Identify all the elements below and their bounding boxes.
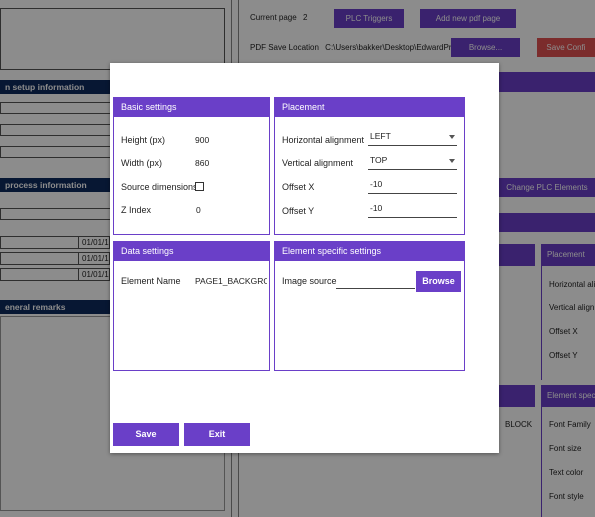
zindex-value[interactable]: 0 bbox=[196, 205, 201, 215]
width-value[interactable]: 860 bbox=[195, 158, 209, 168]
chevron-down-icon bbox=[449, 135, 455, 139]
source-dimensions-checkbox[interactable] bbox=[195, 182, 204, 191]
height-value[interactable]: 900 bbox=[195, 135, 209, 145]
element-name-label: Element Name bbox=[121, 276, 181, 286]
save-button[interactable]: Save bbox=[113, 423, 179, 446]
element-settings-dialog: Basic settings Height (px) 900 Width (px… bbox=[110, 63, 499, 453]
vertical-alignment-label: Vertical alignment bbox=[282, 158, 354, 168]
width-label: Width (px) bbox=[121, 158, 163, 168]
data-settings-panel: Data settings Element Name PAGE1_BACKGRO… bbox=[113, 241, 270, 371]
exit-button[interactable]: Exit bbox=[184, 423, 250, 446]
vertical-alignment-select[interactable]: TOP bbox=[368, 152, 457, 170]
horizontal-alignment-select[interactable]: LEFT bbox=[368, 128, 457, 146]
browse-button[interactable]: Browse bbox=[416, 271, 461, 292]
offset-x-label: Offset X bbox=[282, 182, 315, 192]
basic-settings-panel: Basic settings Height (px) 900 Width (px… bbox=[113, 97, 270, 235]
placement-panel: Placement Horizontal alignment LEFT Vert… bbox=[274, 97, 465, 235]
horizontal-alignment-value: LEFT bbox=[370, 131, 391, 141]
source-dimensions-label: Source dimensions bbox=[121, 182, 198, 192]
element-specific-panel: Element specific settings Image source B… bbox=[274, 241, 465, 371]
zindex-label: Z Index bbox=[121, 205, 152, 215]
placement-title: Placement bbox=[275, 98, 464, 117]
offset-x-input[interactable]: -10 bbox=[368, 176, 457, 194]
image-source-input[interactable] bbox=[336, 271, 415, 289]
data-settings-title: Data settings bbox=[114, 242, 269, 261]
horizontal-alignment-label: Horizontal alignment bbox=[282, 135, 365, 145]
offset-y-label: Offset Y bbox=[282, 206, 315, 216]
element-specific-title: Element specific settings bbox=[275, 242, 464, 261]
image-source-label: Image source bbox=[282, 276, 337, 286]
vertical-alignment-value: TOP bbox=[370, 155, 388, 165]
element-name-value[interactable]: PAGE1_BACKGROL bbox=[195, 276, 267, 286]
chevron-down-icon bbox=[449, 159, 455, 163]
height-label: Height (px) bbox=[121, 135, 166, 145]
offset-y-input[interactable]: -10 bbox=[368, 200, 457, 218]
basic-settings-title: Basic settings bbox=[114, 98, 269, 117]
